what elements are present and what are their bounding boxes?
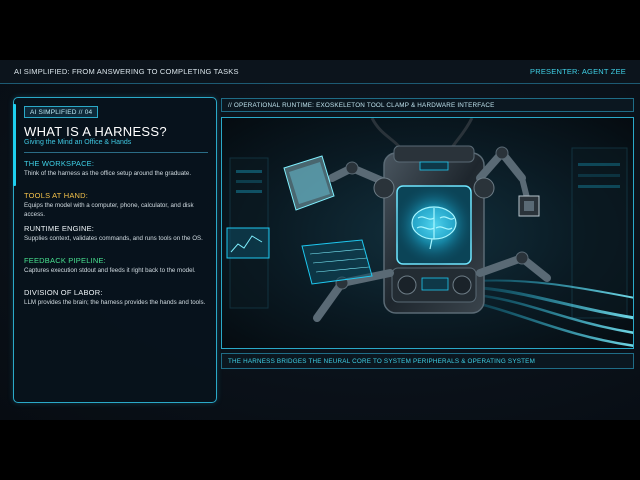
- letterbox-bottom: [0, 420, 640, 480]
- section-heading: RUNTIME ENGINE:: [24, 224, 95, 233]
- section-feedback: FEEDBACK PIPELINE: Captures execution st…: [24, 256, 210, 276]
- chip-icon: [518, 195, 540, 217]
- section-heading: THE WORKSPACE:: [24, 159, 95, 168]
- letterbox-top: [0, 0, 640, 60]
- top-bar: AI SIMPLIFIED: FROM ANSWERING TO COMPLET…: [0, 60, 640, 84]
- harness-illustration-svg: [226, 118, 633, 347]
- section-body: LLM provides the brain; the harness prov…: [24, 299, 206, 306]
- section-body: Equips the model with a computer, phone,…: [24, 202, 194, 218]
- content-panel: AI SIMPLIFIED // 04 WHAT IS A HARNESS? G…: [13, 97, 217, 403]
- section-body: Think of the harness as the office setup…: [24, 170, 192, 177]
- slide-subtitle: Giving the Mind an Office & Hands: [24, 139, 132, 146]
- section-badge: AI SIMPLIFIED // 04: [24, 106, 99, 118]
- section-heading: TOOLS AT HAND:: [24, 191, 89, 200]
- section-body: Captures execution stdout and feeds it r…: [24, 267, 196, 274]
- visual-caption: THE HARNESS BRIDGES THE NEURAL CORE TO S…: [221, 353, 634, 369]
- presenter-label: PRESENTER: AGENT ZEE: [530, 67, 626, 76]
- section-workspace: THE WORKSPACE: Think of the harness as t…: [24, 159, 210, 179]
- holo-screen-left: [226, 227, 270, 259]
- section-tools: TOOLS AT HAND: Equips the model with a c…: [24, 191, 210, 219]
- section-runtime: RUNTIME ENGINE: Supplies context, valida…: [24, 224, 210, 244]
- section-division: DIVISION OF LABOR: LLM provides the brai…: [24, 288, 210, 308]
- panel-accent-bar: [13, 104, 16, 186]
- visual-header: // OPERATIONAL RUNTIME: EXOSKELETON TOOL…: [221, 98, 634, 112]
- section-body: Supplies context, validates commands, an…: [24, 235, 203, 242]
- section-heading: FEEDBACK PIPELINE:: [24, 256, 106, 265]
- section-heading: DIVISION OF LABOR:: [24, 288, 103, 297]
- title-divider: [24, 152, 208, 153]
- slide: AI SIMPLIFIED: FROM ANSWERING TO COMPLET…: [0, 60, 640, 420]
- tablet-icon: [283, 155, 335, 211]
- harness-illustration: [221, 117, 634, 349]
- slide-title: WHAT IS A HARNESS?: [24, 124, 167, 139]
- holo-keyboard: [301, 239, 373, 285]
- presentation-title: AI SIMPLIFIED: FROM ANSWERING TO COMPLET…: [14, 67, 239, 76]
